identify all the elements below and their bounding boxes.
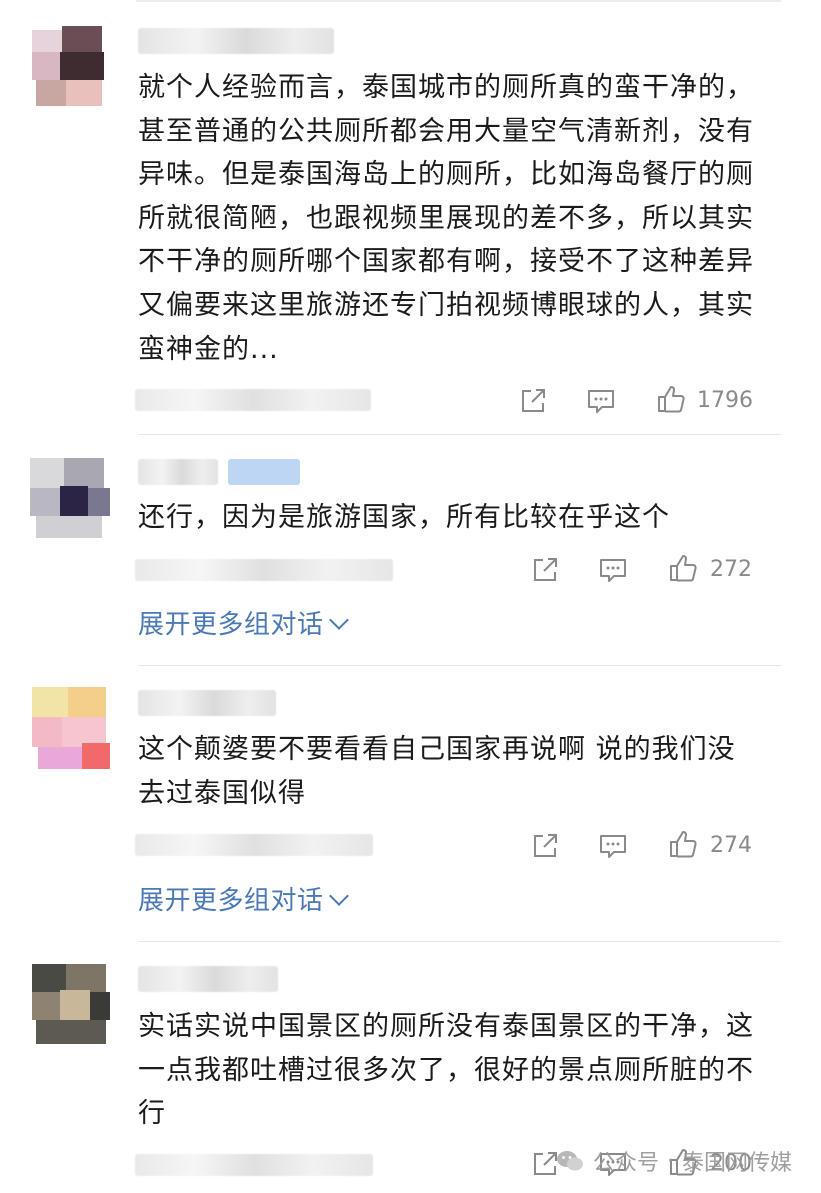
comment-icon[interactable] bbox=[598, 555, 628, 585]
expand-replies-label: 展开更多组对话 bbox=[138, 610, 324, 640]
like-count: 272 bbox=[710, 557, 752, 582]
like-count: 1796 bbox=[697, 388, 753, 413]
timestamp-location-blurred bbox=[135, 559, 393, 581]
comment-text: 还行，因为是旅游国家，所有比较在乎这个 bbox=[138, 502, 670, 533]
watermark-separator: · bbox=[667, 1148, 675, 1174]
watermark-right: 泰国网传媒 bbox=[682, 1151, 793, 1176]
thumbs-up-icon[interactable] bbox=[656, 384, 686, 414]
avatar[interactable] bbox=[22, 452, 120, 542]
divider bbox=[138, 941, 781, 942]
divider bbox=[138, 434, 781, 435]
like-count: 274 bbox=[710, 833, 752, 858]
watermark: 公众号 · 泰国网传媒 bbox=[555, 1143, 792, 1179]
username-blurred[interactable] bbox=[138, 966, 278, 992]
watermark-left: 公众号 bbox=[593, 1151, 660, 1176]
comment-icon[interactable] bbox=[586, 386, 616, 416]
comment-icon[interactable] bbox=[598, 831, 628, 861]
comment-text: 实话实说中国景区的厕所没有泰国景区的干净，这一点我都吐槽过很多次了，很好的景点厕… bbox=[138, 1011, 754, 1130]
user-badge bbox=[228, 459, 300, 485]
divider bbox=[138, 665, 781, 666]
chevron-down-icon bbox=[328, 886, 349, 906]
expand-replies-link[interactable]: 展开更多组对话 bbox=[138, 608, 349, 642]
top-divider bbox=[136, 0, 781, 2]
chevron-down-icon bbox=[328, 610, 349, 630]
thumbs-up-icon[interactable] bbox=[668, 553, 698, 583]
timestamp-location-blurred bbox=[135, 834, 373, 856]
username-blurred[interactable] bbox=[138, 28, 334, 54]
thumbs-up-icon[interactable] bbox=[668, 829, 698, 859]
timestamp-location-blurred bbox=[135, 389, 371, 411]
timestamp-location-blurred bbox=[135, 1154, 373, 1176]
wechat-logo-icon bbox=[555, 1148, 585, 1174]
avatar[interactable] bbox=[22, 22, 120, 112]
avatar[interactable] bbox=[22, 958, 120, 1048]
share-icon[interactable] bbox=[530, 831, 560, 861]
username-blurred[interactable] bbox=[138, 459, 218, 485]
share-icon[interactable] bbox=[530, 555, 560, 585]
username-blurred[interactable] bbox=[138, 690, 276, 716]
share-icon[interactable] bbox=[518, 386, 548, 416]
comment-text: 就个人经验而言，泰国城市的厕所真的蛮干净的，甚至普通的公共厕所都会用大量空气清新… bbox=[138, 72, 754, 365]
avatar[interactable] bbox=[22, 683, 120, 773]
expand-replies-label: 展开更多组对话 bbox=[138, 886, 324, 916]
comment-text: 这个颠婆要不要看看自己国家再说啊 说的我们没去过泰国似得 bbox=[138, 734, 736, 809]
expand-replies-link[interactable]: 展开更多组对话 bbox=[138, 884, 349, 918]
